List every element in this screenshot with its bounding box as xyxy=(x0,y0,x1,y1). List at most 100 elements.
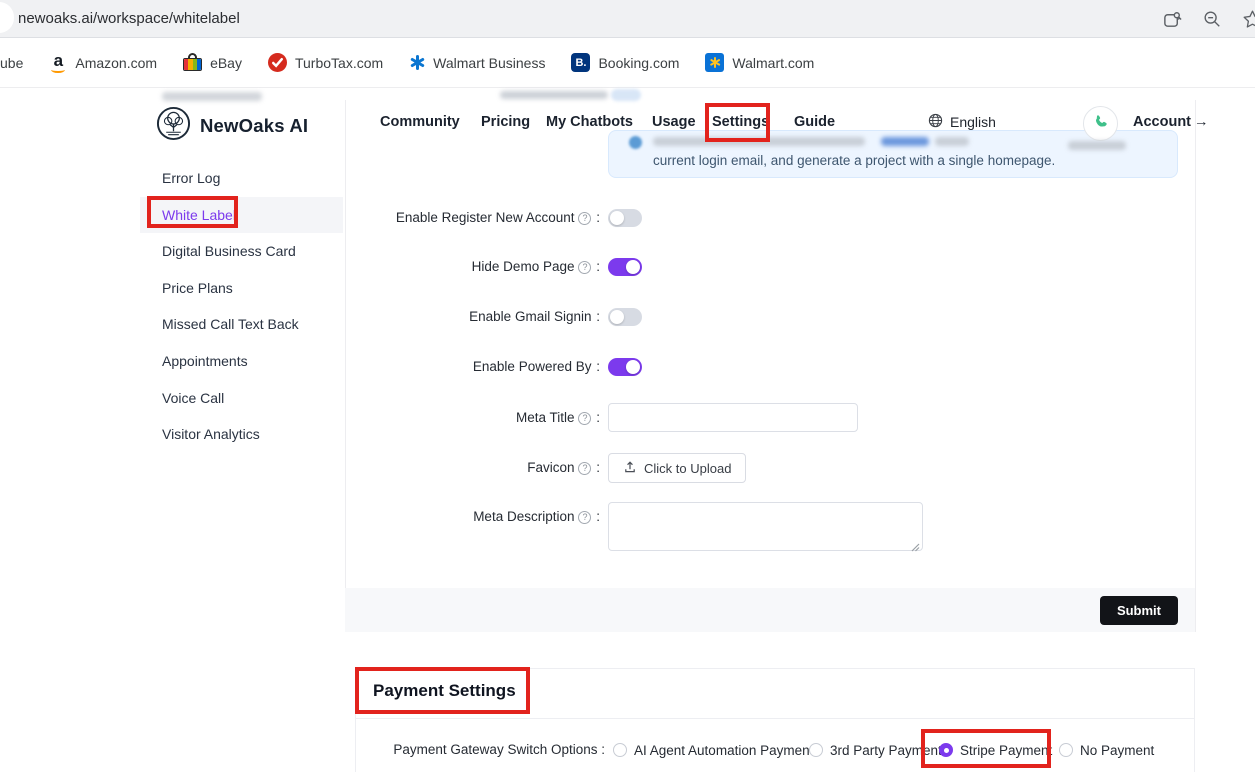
browser-toolbar: newoaks.ai/workspace/whitelabel xyxy=(0,0,1255,38)
toggle-enable-register-new-account[interactable] xyxy=(608,209,642,227)
form-row-enable-powered-by: Enable Powered By : xyxy=(343,356,1195,378)
form-row-favicon: Favicon? : Click to Upload xyxy=(343,453,1195,483)
help-icon[interactable]: ? xyxy=(578,212,591,225)
field-label: Meta Description? : xyxy=(343,502,600,527)
walmart-tile-icon xyxy=(705,53,724,72)
textarea-wrapper xyxy=(608,502,923,551)
help-icon[interactable]: ? xyxy=(578,261,591,274)
label-text: Enable Register New Account xyxy=(396,210,575,225)
label-colon: : xyxy=(592,460,600,475)
account-label: Account xyxy=(1133,114,1191,130)
nav-item-community[interactable]: Community xyxy=(380,100,460,144)
sidebar-item-voice-call[interactable]: Voice Call xyxy=(140,380,343,417)
field-label: Meta Title? : xyxy=(343,403,600,432)
sidebar-item-missed-call-text-back[interactable]: Missed Call Text Back xyxy=(140,306,343,343)
newoaks-logo-icon xyxy=(156,106,191,146)
address-bar-end xyxy=(0,2,14,33)
bookmark-label: ube xyxy=(0,55,23,71)
bookmark-ebay[interactable]: eBay xyxy=(183,53,242,72)
language-selector[interactable]: English xyxy=(928,100,996,144)
meta-title-input[interactable] xyxy=(608,403,858,432)
sidebar: NewOaks AI Error LogWhite LabelDigital B… xyxy=(140,88,343,773)
label-colon: : xyxy=(592,410,600,425)
form-footer: Submit xyxy=(345,588,1195,632)
meta-description-textarea[interactable] xyxy=(608,502,923,551)
bookmark-ube[interactable]: ube xyxy=(0,55,23,71)
resize-handle-icon[interactable] xyxy=(911,539,920,548)
field-label: Favicon? : xyxy=(343,453,600,483)
payment-settings-title: Payment Settings xyxy=(373,681,516,701)
nav-item-settings[interactable]: Settings xyxy=(712,100,769,144)
radio-label: Stripe Payment xyxy=(960,743,1052,758)
sidebar-item-error-log[interactable]: Error Log xyxy=(140,160,343,197)
sidebar-item-price-plans[interactable]: Price Plans xyxy=(140,270,343,307)
favorite-star-icon[interactable] xyxy=(1240,7,1255,31)
bookmark-booking-com[interactable]: B.Booking.com xyxy=(571,53,679,72)
nav-item-guide[interactable]: Guide xyxy=(794,100,835,144)
toggle-knob xyxy=(610,211,624,225)
nav-item-usage[interactable]: Usage xyxy=(652,100,696,144)
divider xyxy=(356,718,1194,719)
sidebar-menu: Error LogWhite LabelDigital Business Car… xyxy=(140,160,343,453)
ebay-icon xyxy=(183,53,202,72)
bookmark-walmart-business[interactable]: Walmart Business xyxy=(409,55,545,71)
nav-item-pricing[interactable]: Pricing xyxy=(481,100,530,144)
bookmark-amazon-com[interactable]: aAmazon.com xyxy=(49,53,157,73)
help-icon[interactable]: ? xyxy=(578,511,591,524)
radio-selected-icon[interactable] xyxy=(939,743,953,757)
bookmark-turbotax-com[interactable]: TurboTax.com xyxy=(268,53,383,72)
nav-item-my-chatbots[interactable]: My Chatbots xyxy=(546,100,633,144)
favicon-upload-button[interactable]: Click to Upload xyxy=(608,453,746,483)
redacted-account-text-blur xyxy=(1068,141,1126,150)
form-row-enable-gmail-signin: Enable Gmail Signin : xyxy=(343,306,1195,328)
sidebar-item-visitor-analytics[interactable]: Visitor Analytics xyxy=(140,416,343,453)
radio-unselected-icon[interactable] xyxy=(809,743,823,757)
toggle-enable-powered-by[interactable] xyxy=(608,358,642,376)
label-text: Hide Demo Page xyxy=(472,259,575,274)
top-nav: Community Pricing My Chatbots Usage Settings… xyxy=(343,100,1255,144)
phone-icon xyxy=(1092,113,1109,135)
brand-name: NewOaks AI xyxy=(200,115,308,137)
label-text: Enable Powered By xyxy=(473,359,592,374)
label-colon: : xyxy=(592,309,600,324)
label-colon: : xyxy=(592,210,600,225)
toggle-hide-demo-page[interactable] xyxy=(608,258,642,276)
address-bar[interactable]: newoaks.ai/workspace/whitelabel xyxy=(18,0,240,38)
account-link[interactable]: Account→ xyxy=(1133,100,1209,144)
field-label: Hide Demo Page? : xyxy=(343,256,600,278)
radio-option-3rd-party-payment[interactable]: 3rd Party Payment xyxy=(809,739,942,761)
bookmark-label: Walmart.com xyxy=(732,55,814,71)
radio-unselected-icon[interactable] xyxy=(613,743,627,757)
label-colon: : xyxy=(592,509,600,524)
radio-option-ai-agent-automation-payment[interactable]: AI Agent Automation Payment xyxy=(613,739,813,761)
sidebar-item-digital-business-card[interactable]: Digital Business Card xyxy=(140,233,343,270)
send-key-icon[interactable] xyxy=(1160,7,1184,31)
help-icon[interactable]: ? xyxy=(578,462,591,475)
radio-option-no-payment[interactable]: No Payment xyxy=(1059,739,1154,761)
radio-option-stripe-payment[interactable]: Stripe Payment xyxy=(939,739,1052,761)
label-colon: : xyxy=(597,742,605,757)
form-row-hide-demo-page: Hide Demo Page? : xyxy=(343,256,1195,278)
label-colon: : xyxy=(592,359,600,374)
zoom-out-icon[interactable] xyxy=(1200,7,1224,31)
brand[interactable]: NewOaks AI xyxy=(156,106,308,146)
amazon-icon: a xyxy=(49,53,67,73)
payment-settings-card: Payment Settings Payment Gateway Switch … xyxy=(355,668,1195,772)
account-avatar[interactable] xyxy=(1083,106,1118,141)
radio-unselected-icon[interactable] xyxy=(1059,743,1073,757)
label-colon: : xyxy=(592,259,600,274)
sidebar-item-white-label[interactable]: White Label xyxy=(140,197,343,234)
card-border-right xyxy=(1195,100,1196,632)
redacted-text-blur xyxy=(162,92,262,101)
toggle-knob xyxy=(626,260,640,274)
bookmark-walmart-com[interactable]: Walmart.com xyxy=(705,53,814,72)
bookmarks-bar: ube aAmazon.com eBay TurboTax.com Walmart Bu… xyxy=(0,38,1255,88)
toggle-enable-gmail-signin[interactable] xyxy=(608,308,642,326)
sidebar-item-appointments[interactable]: Appointments xyxy=(140,343,343,380)
bookmark-label: Booking.com xyxy=(598,55,679,71)
alert-text: current login email, and generate a proj… xyxy=(653,153,1055,168)
arrow-right-icon: → xyxy=(1194,114,1209,130)
label-text: Enable Gmail Signin xyxy=(469,309,591,324)
submit-button[interactable]: Submit xyxy=(1100,596,1178,625)
help-icon[interactable]: ? xyxy=(578,412,591,425)
